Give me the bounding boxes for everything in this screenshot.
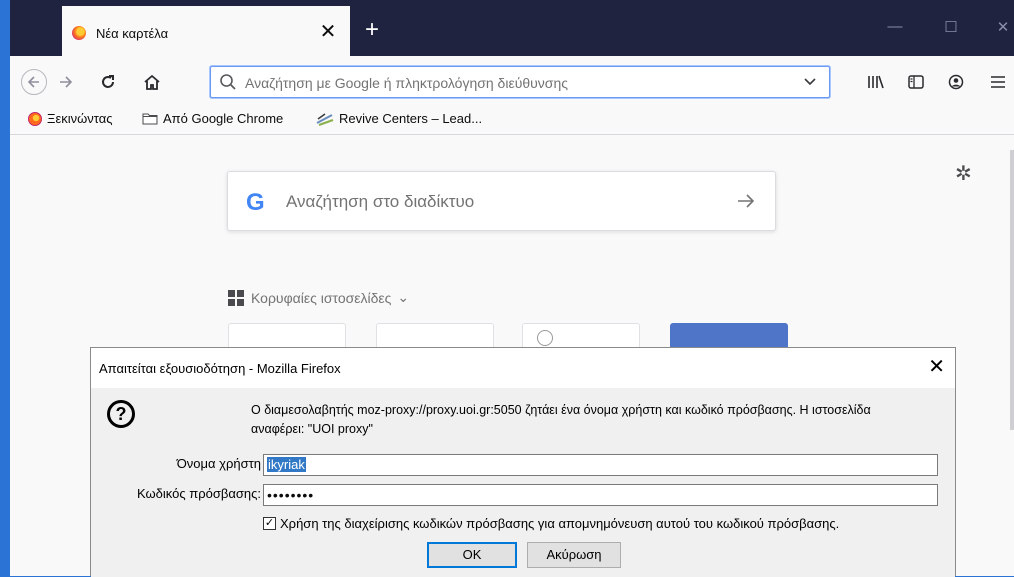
back-button[interactable] — [20, 68, 48, 96]
close-window-icon[interactable]: ✕ — [988, 18, 1014, 36]
remember-password-option[interactable]: ✓ Χρήση της διαχείρισης κωδικών πρόσβαση… — [263, 516, 839, 531]
username-value: ikyriak — [267, 457, 306, 472]
sidebar-button[interactable] — [902, 68, 930, 96]
home-button[interactable] — [138, 68, 166, 96]
question-icon: ? — [107, 400, 135, 428]
back-arrow-icon — [21, 69, 47, 95]
account-button[interactable] — [942, 68, 970, 96]
reload-icon — [102, 75, 114, 88]
chevron-down-icon: ⌄ — [397, 289, 410, 305]
folder-icon — [142, 113, 158, 125]
tab-title: Νέα καρτέλα — [96, 26, 169, 41]
password-mask: •••••••• — [267, 487, 315, 503]
gear-icon[interactable]: ✲ — [955, 161, 972, 186]
top-sites-grid-icon — [228, 289, 244, 306]
remember-checkbox[interactable]: ✓ — [263, 517, 276, 530]
bookmark-revive-centers[interactable]: Revive Centers – Lead... — [316, 111, 482, 126]
username-field[interactable]: ikyriak — [263, 454, 938, 476]
account-icon — [948, 74, 964, 90]
ok-button[interactable]: OK — [427, 542, 517, 568]
firefox-icon — [28, 111, 42, 126]
minimize-icon[interactable]: — — [880, 18, 910, 35]
reload-button[interactable] — [94, 68, 122, 96]
dialog-title: Απαιτείται εξουσιοδότηση - Mozilla Firef… — [99, 361, 341, 376]
revive-logo-icon — [316, 112, 334, 126]
bookmark-getting-started[interactable]: Ξεκινώντας — [28, 111, 113, 126]
remember-label: Χρήση της διαχείρισης κωδικών πρόσβασης … — [280, 516, 840, 531]
web-search-placeholder: Αναζήτηση στο διαδίκτυο — [286, 192, 475, 211]
password-field[interactable]: •••••••• — [263, 484, 938, 506]
tab-strip: Νέα καρτέλα ✕ + — ☐ ✕ — [10, 0, 1014, 58]
address-bar[interactable]: Αναζήτηση με Google ή πληκτρολόγηση διεύ… — [210, 66, 830, 98]
close-icon[interactable]: ✕ — [928, 354, 945, 379]
cancel-button[interactable]: Ακύρωση — [527, 542, 621, 568]
sidebar-icon — [908, 75, 924, 89]
top-sites-header[interactable]: Κορυφαίες ιστοσελίδες ⌄ — [228, 289, 409, 306]
arrow-right-icon[interactable] — [735, 190, 757, 212]
chevron-down-icon[interactable] — [803, 75, 817, 89]
forward-button[interactable] — [52, 68, 80, 96]
new-tab-button[interactable]: + — [358, 18, 386, 46]
bookmark-folder-chrome[interactable]: Από Google Chrome — [142, 111, 283, 126]
search-icon — [220, 74, 236, 90]
google-logo-icon: G — [246, 189, 265, 216]
auth-dialog: Απαιτείται εξουσιοδότηση - Mozilla Firef… — [90, 347, 956, 577]
web-search-box[interactable]: G Αναζήτηση στο διαδίκτυο — [227, 171, 776, 231]
address-bar-placeholder: Αναζήτηση με Google ή πληκτρολόγηση διεύ… — [245, 75, 568, 91]
tile-thumbnail — [537, 330, 553, 346]
close-tab-icon[interactable]: ✕ — [314, 18, 342, 46]
username-label: Όνομα χρήστη — [176, 456, 261, 471]
dialog-body: ? Ο διαμεσολαβητής moz-proxy://proxy.uoi… — [91, 388, 955, 577]
bookmarks-toolbar: Ξεκινώντας Από Google Chrome Revive Cent… — [10, 104, 1014, 135]
navigation-toolbar: Αναζήτηση με Google ή πληκτρολόγηση διεύ… — [10, 58, 1014, 104]
menu-button[interactable] — [984, 68, 1012, 96]
page-scrollbar[interactable] — [1010, 150, 1014, 430]
password-label: Κωδικός πρόσβασης: — [137, 486, 261, 501]
library-icon — [868, 75, 884, 89]
tab-new-tab[interactable]: Νέα καρτέλα ✕ — [62, 6, 350, 58]
firefox-icon — [72, 26, 86, 40]
library-button[interactable] — [862, 68, 890, 96]
dialog-message: Ο διαμεσολαβητής moz-proxy://proxy.uoi.g… — [251, 403, 871, 436]
maximize-icon[interactable]: ☐ — [936, 18, 966, 36]
hamburger-menu-icon — [991, 76, 1005, 88]
forward-arrow-icon — [60, 76, 73, 88]
home-icon — [144, 74, 160, 90]
